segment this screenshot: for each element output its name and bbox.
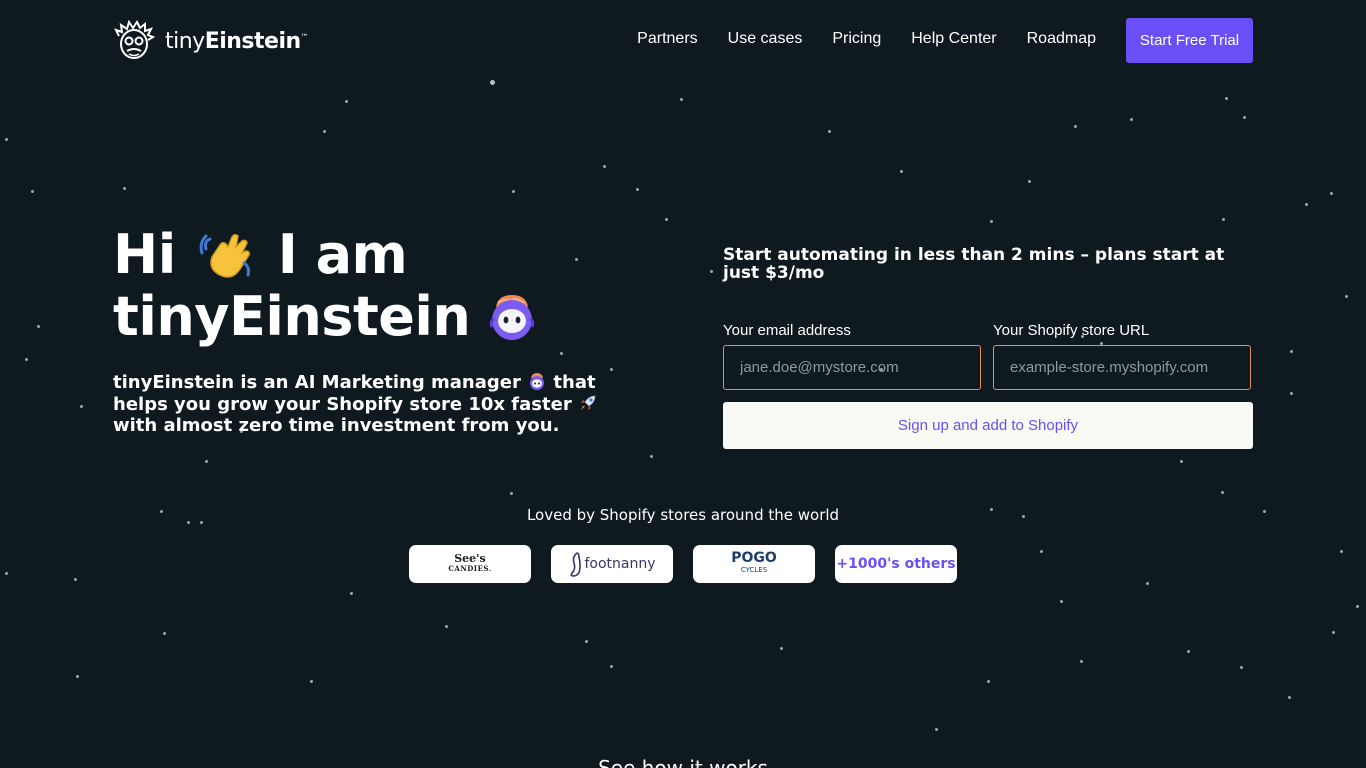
more-customers-badge: +1000's others bbox=[835, 545, 957, 583]
einstein-logo-icon bbox=[114, 20, 155, 59]
brand-wordmark: tinyEinstein™ bbox=[165, 28, 309, 54]
more-customers-text: +1000's others bbox=[836, 556, 956, 572]
store-url-input[interactable] bbox=[993, 345, 1251, 390]
hero-desc-part-1: tinyEinstein is an AI Marketing manager bbox=[113, 372, 521, 393]
nav-links: Partners Use cases Pricing Help Center R… bbox=[637, 30, 1096, 48]
nav-link-roadmap[interactable]: Roadmap bbox=[1027, 30, 1096, 48]
email-label: Your email address bbox=[723, 322, 851, 339]
email-input[interactable] bbox=[723, 345, 981, 390]
rocket-icon bbox=[580, 395, 596, 410]
nav-link-pricing[interactable]: Pricing bbox=[832, 30, 881, 48]
foot-icon bbox=[571, 552, 582, 577]
footnanny-logo-text: footnanny bbox=[584, 556, 656, 572]
brand-name-bold: Einstein bbox=[204, 28, 301, 54]
brand-logo[interactable]: tinyEinstein™ bbox=[113, 20, 309, 62]
trademark-symbol: ™ bbox=[300, 32, 309, 42]
small-robot-icon bbox=[530, 373, 545, 390]
sees-logo-name: See's bbox=[454, 552, 486, 565]
top-navigation: tinyEinstein™ Partners Use cases Pricing… bbox=[113, 18, 1253, 63]
nav-link-partners[interactable]: Partners bbox=[637, 30, 697, 48]
store-url-label: Your Shopify store URL bbox=[993, 322, 1150, 339]
hero-product-name: tinyEinstein bbox=[113, 285, 471, 348]
pogo-cycles-logo: POGO CYCLES bbox=[693, 545, 815, 583]
pogo-logo-name: POGO bbox=[731, 550, 777, 566]
sees-candies-logo: See's CANDIES. bbox=[409, 545, 531, 583]
nav-link-help-center[interactable]: Help Center bbox=[911, 30, 996, 48]
nav-link-use-cases[interactable]: Use cases bbox=[728, 30, 803, 48]
landing-page: tinyEinstein™ Partners Use cases Pricing… bbox=[0, 0, 1366, 768]
customer-logos: See's CANDIES. footnanny POGO CYCLES +10… bbox=[409, 545, 957, 583]
brand-name-light: tiny bbox=[165, 28, 205, 54]
hero-greeting: Hi bbox=[113, 223, 176, 286]
start-free-trial-button[interactable]: Start Free Trial bbox=[1126, 18, 1253, 63]
footnanny-logo: footnanny bbox=[551, 545, 673, 583]
hero-description: tinyEinstein is an AI Marketing manager … bbox=[113, 371, 613, 436]
hero-intro: I am bbox=[277, 223, 408, 286]
sees-logo-subtitle: CANDIES. bbox=[448, 564, 492, 573]
signup-form-title: Start automating in less than 2 mins – p… bbox=[723, 245, 1225, 283]
signup-shopify-button[interactable]: Sign up and add to Shopify bbox=[723, 402, 1253, 449]
hero-desc-part-3: with almost zero time investment from yo… bbox=[113, 415, 560, 436]
hero-title-line-2: tinyEinstein bbox=[113, 286, 540, 348]
see-how-it-works-heading: See how it works bbox=[598, 756, 768, 768]
social-proof-heading: Loved by Shopify stores around the world bbox=[526, 506, 840, 524]
waving-hand-icon bbox=[199, 233, 250, 278]
tinyeinstein-robot-icon bbox=[490, 295, 535, 340]
hero-title-line-1: Hi I am bbox=[113, 224, 540, 286]
hero-title: Hi I am tinyEinstein bbox=[113, 224, 540, 348]
